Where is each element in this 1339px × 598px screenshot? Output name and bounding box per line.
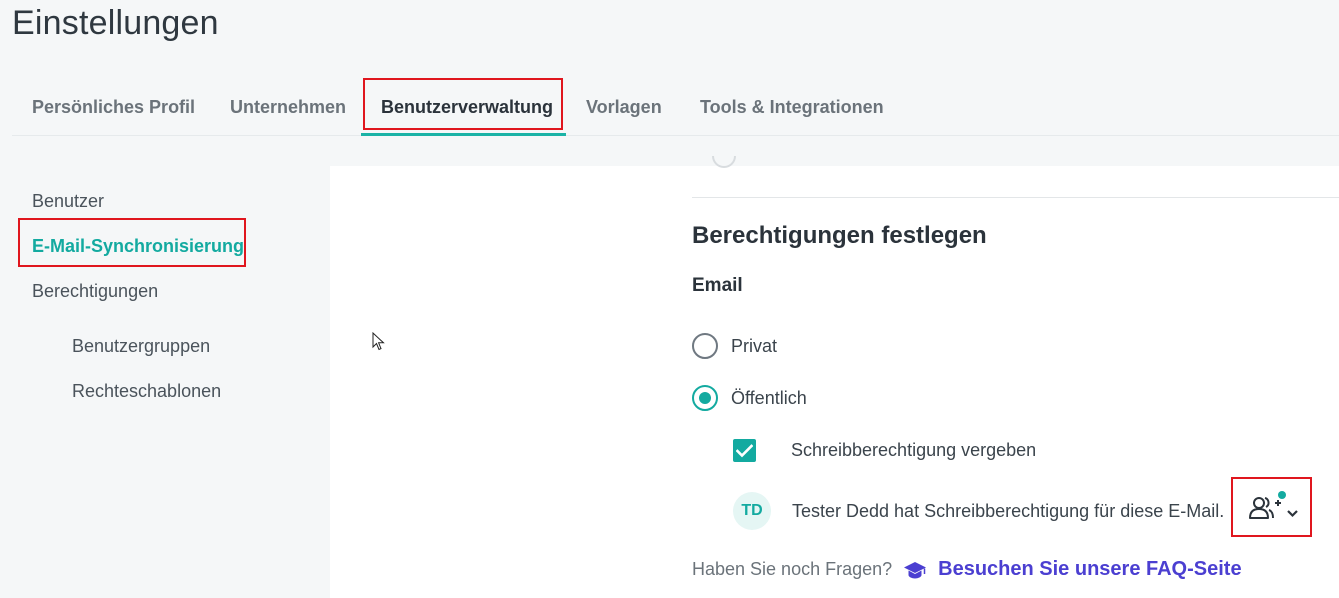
active-tab-indicator bbox=[361, 133, 566, 136]
radio-label: Privat bbox=[731, 335, 778, 356]
permissions-subtitle: Email bbox=[692, 275, 743, 296]
tab-persoenliches-profil[interactable]: Persönliches Profil bbox=[32, 78, 195, 136]
permissions-panel: Berechtigungen festlegen Email Privat Öf… bbox=[330, 156, 1339, 598]
sidebar-item-email-sync[interactable]: E-Mail-Synchronisierung bbox=[32, 236, 244, 257]
tab-benutzerverwaltung[interactable]: Benutzerverwaltung bbox=[381, 78, 553, 136]
sidebar-item-benutzergruppen[interactable]: Benutzergruppen bbox=[72, 336, 210, 357]
graduation-cap-icon[interactable] bbox=[903, 560, 927, 580]
write-permission-checkbox[interactable] bbox=[733, 439, 756, 462]
avatar: TD bbox=[733, 492, 771, 530]
scrolled-content-edge bbox=[712, 156, 736, 168]
radio-button[interactable] bbox=[692, 333, 718, 359]
permissions-title: Berechtigungen festlegen bbox=[692, 222, 987, 249]
sidebar-item-berechtigungen[interactable]: Berechtigungen bbox=[32, 281, 158, 302]
user-permission-text: Tester Dedd hat Schreibberechtigung für … bbox=[792, 500, 1225, 521]
tab-vorlagen[interactable]: Vorlagen bbox=[586, 78, 662, 136]
settings-sidebar: Benutzer E-Mail-Synchronisierung Berecht… bbox=[0, 166, 330, 598]
user-permission-row: TD Tester Dedd hat Schreibberechtigung f… bbox=[733, 492, 1224, 530]
radio-label: Öffentlich bbox=[731, 387, 807, 408]
page-title: Einstellungen bbox=[12, 4, 219, 42]
section-divider bbox=[692, 197, 1339, 198]
write-permission-checkbox-row[interactable]: Schreibberechtigung vergeben bbox=[733, 439, 1036, 462]
radio-button-checked[interactable] bbox=[692, 385, 718, 411]
radio-option-oeffentlich[interactable]: Öffentlich bbox=[692, 385, 807, 411]
mouse-cursor-icon bbox=[372, 332, 385, 351]
settings-tabs: Persönliches Profil Unternehmen Benutzer… bbox=[12, 78, 1339, 136]
checkmark-icon bbox=[736, 443, 753, 457]
faq-row: Haben Sie noch Fragen? Besuchen Sie unse… bbox=[692, 558, 1242, 581]
add-user-icon bbox=[1248, 490, 1298, 519]
add-permission-dropdown-button[interactable] bbox=[1234, 479, 1309, 534]
settings-page: Einstellungen Persönliches Profil Untern… bbox=[0, 0, 1339, 598]
checkbox-label: Schreibberechtigung vergeben bbox=[791, 440, 1037, 460]
tab-tools-integrationen[interactable]: Tools & Integrationen bbox=[700, 78, 884, 136]
faq-question: Haben Sie noch Fragen? bbox=[692, 559, 893, 579]
tab-unternehmen[interactable]: Unternehmen bbox=[230, 78, 346, 136]
sidebar-item-benutzer[interactable]: Benutzer bbox=[32, 191, 104, 212]
sidebar-item-rechteschablonen[interactable]: Rechteschablonen bbox=[72, 381, 221, 402]
radio-option-privat[interactable]: Privat bbox=[692, 333, 777, 359]
faq-link[interactable]: Besuchen Sie unsere FAQ-Seite bbox=[938, 558, 1241, 581]
